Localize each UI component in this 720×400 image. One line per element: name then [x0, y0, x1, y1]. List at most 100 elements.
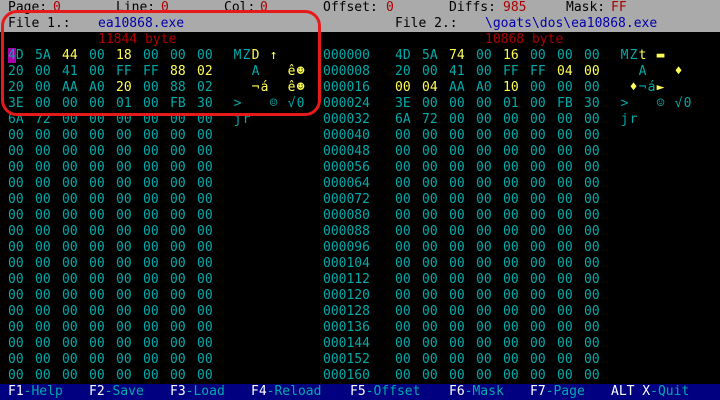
- left-hex-byte[interactable]: 00: [170, 272, 186, 288]
- left-hex-byte[interactable]: 00: [197, 288, 213, 304]
- left-hex-byte[interactable]: 00: [143, 240, 159, 256]
- left-hex-byte[interactable]: 00: [89, 256, 105, 272]
- left-hex-byte[interactable]: 00: [170, 240, 186, 256]
- right-hex-byte[interactable]: 00: [422, 64, 438, 80]
- right-hex-byte[interactable]: 00: [449, 128, 465, 144]
- left-hex-byte[interactable]: 00: [116, 352, 132, 368]
- left-hex-byte[interactable]: 00: [143, 128, 159, 144]
- left-hex-byte[interactable]: 00: [197, 144, 213, 160]
- left-hex-byte[interactable]: 00: [197, 304, 213, 320]
- fkey-alt-x[interactable]: ALT X-Quit: [611, 384, 689, 400]
- right-hex-byte[interactable]: 00: [449, 192, 465, 208]
- right-hex-byte[interactable]: 00: [422, 336, 438, 352]
- left-hex-byte[interactable]: 00: [35, 240, 51, 256]
- right-hex-byte[interactable]: 00: [503, 144, 519, 160]
- left-hex-byte[interactable]: 20: [8, 80, 24, 96]
- left-hex-byte[interactable]: 00: [89, 320, 105, 336]
- right-hex-byte[interactable]: 00: [395, 224, 411, 240]
- right-hex-byte[interactable]: 00: [557, 240, 573, 256]
- right-hex-byte[interactable]: 00: [530, 48, 546, 64]
- right-hex-byte[interactable]: 10: [503, 80, 519, 96]
- left-hex-byte[interactable]: 00: [143, 368, 159, 384]
- right-hex-byte[interactable]: 00: [557, 256, 573, 272]
- right-hex-byte[interactable]: 00: [395, 128, 411, 144]
- left-hex-byte[interactable]: 00: [35, 176, 51, 192]
- right-hex-byte[interactable]: 00: [530, 176, 546, 192]
- right-hex-byte[interactable]: 00: [395, 336, 411, 352]
- left-hex-byte[interactable]: 00: [35, 144, 51, 160]
- right-hex-byte[interactable]: 00: [503, 128, 519, 144]
- right-hex-byte[interactable]: 00: [503, 208, 519, 224]
- left-hex-byte[interactable]: 00: [170, 336, 186, 352]
- right-hex-byte[interactable]: 00: [503, 320, 519, 336]
- left-hex-byte[interactable]: 00: [89, 240, 105, 256]
- left-hex-byte[interactable]: 00: [143, 288, 159, 304]
- right-hex-byte[interactable]: 4D: [395, 48, 411, 64]
- left-hex-byte[interactable]: 00: [170, 128, 186, 144]
- right-hex-byte[interactable]: 00: [557, 48, 573, 64]
- right-hex-byte[interactable]: 00: [422, 352, 438, 368]
- left-hex-byte[interactable]: 00: [62, 336, 78, 352]
- left-hex-byte[interactable]: 88: [170, 64, 186, 80]
- left-hex-byte[interactable]: 72: [35, 112, 51, 128]
- left-hex-byte[interactable]: 00: [116, 256, 132, 272]
- right-hex-byte[interactable]: 00: [503, 176, 519, 192]
- fkey-f3[interactable]: F3-Load: [170, 384, 225, 400]
- right-hex-byte[interactable]: 00: [584, 128, 600, 144]
- left-hex-byte[interactable]: 00: [35, 208, 51, 224]
- left-hex-byte[interactable]: 00: [197, 368, 213, 384]
- right-hex-byte[interactable]: 00: [422, 160, 438, 176]
- left-hex-byte[interactable]: 00: [89, 192, 105, 208]
- right-hex-byte[interactable]: 00: [449, 256, 465, 272]
- left-hex-byte[interactable]: 88: [170, 80, 186, 96]
- right-hex-byte[interactable]: 72: [422, 112, 438, 128]
- right-hex-byte[interactable]: 00: [584, 320, 600, 336]
- left-hex-byte[interactable]: 00: [8, 176, 24, 192]
- left-hex-byte[interactable]: 00: [116, 144, 132, 160]
- right-hex-byte[interactable]: 00: [395, 288, 411, 304]
- left-hex-byte[interactable]: 00: [116, 304, 132, 320]
- fkey-f6[interactable]: F6-Mask: [449, 384, 504, 400]
- right-hex-byte[interactable]: 00: [557, 352, 573, 368]
- right-hex-byte[interactable]: 00: [422, 272, 438, 288]
- right-hex-byte[interactable]: 00: [530, 96, 546, 112]
- right-hex-byte[interactable]: 00: [395, 304, 411, 320]
- left-hex-byte[interactable]: 00: [35, 160, 51, 176]
- right-hex-byte[interactable]: 00: [449, 208, 465, 224]
- right-hex-byte[interactable]: 00: [530, 320, 546, 336]
- left-hex-byte[interactable]: 00: [116, 288, 132, 304]
- left-hex-byte[interactable]: 00: [35, 368, 51, 384]
- left-hex-byte[interactable]: 00: [143, 112, 159, 128]
- right-hex-byte[interactable]: 00: [557, 224, 573, 240]
- right-hex-byte[interactable]: 00: [476, 256, 492, 272]
- left-hex-byte[interactable]: 00: [35, 272, 51, 288]
- left-hex-byte[interactable]: 00: [143, 304, 159, 320]
- left-hex-byte[interactable]: 00: [35, 96, 51, 112]
- left-hex-byte[interactable]: 00: [35, 64, 51, 80]
- right-hex-byte[interactable]: 00: [557, 160, 573, 176]
- left-hex-byte[interactable]: 00: [143, 160, 159, 176]
- right-hex-byte[interactable]: 00: [422, 208, 438, 224]
- left-hex-byte[interactable]: 5A: [35, 48, 51, 64]
- left-hex-byte[interactable]: 20: [8, 64, 24, 80]
- left-hex-byte[interactable]: 00: [116, 208, 132, 224]
- left-hex-byte[interactable]: 00: [35, 288, 51, 304]
- right-hex-byte[interactable]: 00: [557, 128, 573, 144]
- right-hex-byte[interactable]: 00: [476, 160, 492, 176]
- left-hex-byte[interactable]: 00: [8, 304, 24, 320]
- left-hex-byte[interactable]: 00: [89, 288, 105, 304]
- left-hex-byte[interactable]: 00: [62, 128, 78, 144]
- right-hex-byte[interactable]: 00: [584, 368, 600, 384]
- left-hex-byte[interactable]: FF: [143, 64, 159, 80]
- fkey-f1[interactable]: F1-Help: [8, 384, 63, 400]
- right-hex-byte[interactable]: 00: [476, 208, 492, 224]
- right-hex-byte[interactable]: 00: [422, 368, 438, 384]
- right-hex-byte[interactable]: 00: [557, 112, 573, 128]
- right-hex-byte[interactable]: 00: [476, 96, 492, 112]
- left-hex-byte[interactable]: 00: [35, 320, 51, 336]
- left-hex-byte[interactable]: 00: [62, 176, 78, 192]
- left-hex-byte[interactable]: 00: [8, 192, 24, 208]
- left-hex-byte[interactable]: 00: [62, 304, 78, 320]
- right-hex-byte[interactable]: 00: [557, 288, 573, 304]
- left-hex-byte[interactable]: 00: [62, 256, 78, 272]
